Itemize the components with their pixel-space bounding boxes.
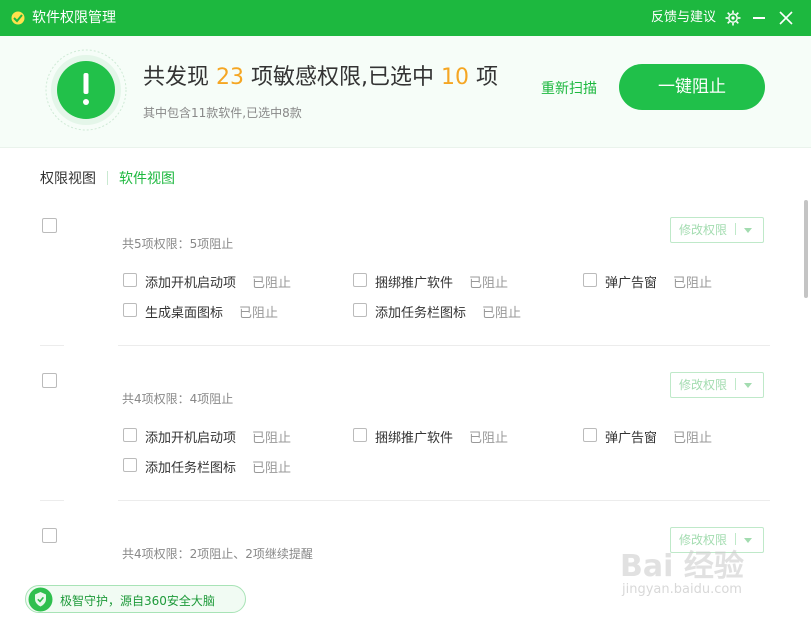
group-checkbox[interactable] bbox=[42, 373, 57, 388]
scrollbar-thumb[interactable] bbox=[804, 200, 808, 298]
item-checkbox[interactable] bbox=[353, 303, 367, 317]
modify-permission-button[interactable]: 修改权限 bbox=[670, 372, 764, 398]
item-state: 已阻止 bbox=[482, 306, 522, 321]
item-checkbox[interactable] bbox=[123, 458, 137, 472]
item-checkbox[interactable] bbox=[583, 428, 597, 442]
item-name: 添加任务栏图标 bbox=[145, 461, 237, 476]
permission-group: 共5项权限：5项阻止 修改权限 添加开机启动项 已阻止 捆绑推广软件 已阻止 弹… bbox=[0, 203, 800, 358]
item-name: 弹广告窗 bbox=[605, 276, 658, 291]
row-divider bbox=[118, 345, 770, 346]
permission-group: 共4项权限：4项阻止 修改权限 添加开机启动项 已阻止 捆绑推广软件 已阻止 弹… bbox=[0, 358, 800, 513]
window-title: 软件权限管理 bbox=[32, 10, 116, 26]
group-checkbox[interactable] bbox=[42, 528, 57, 543]
group-summary: 共4项权限：4项阻止 bbox=[122, 392, 234, 406]
feedback-link[interactable]: 反馈与建议 bbox=[651, 10, 716, 26]
button-divider bbox=[735, 223, 737, 235]
item-state: 已阻止 bbox=[673, 431, 713, 446]
selected-count: 10 bbox=[440, 65, 469, 90]
item-state: 已阻止 bbox=[252, 276, 292, 291]
block-all-button[interactable]: 一键阻止 bbox=[619, 64, 765, 110]
group-summary: 共5项权限：5项阻止 bbox=[122, 237, 234, 251]
item-name: 捆绑推广软件 bbox=[375, 276, 454, 291]
watermark-url: jingyan.baidu.com bbox=[622, 582, 742, 597]
item-name: 弹广告窗 bbox=[605, 431, 658, 446]
item-name: 添加开机启动项 bbox=[145, 276, 237, 291]
modify-label: 修改权限 bbox=[679, 223, 728, 237]
chevron-down-icon bbox=[744, 228, 753, 233]
guard-badge[interactable]: 极智守护，源自360安全大脑 bbox=[25, 585, 246, 613]
row-divider bbox=[40, 345, 64, 346]
scan-subline: 其中包含11款软件,已选中8款 bbox=[143, 106, 302, 120]
item-name: 添加开机启动项 bbox=[145, 431, 237, 446]
watermark-text: Bai 经验 bbox=[620, 549, 744, 584]
item-checkbox[interactable] bbox=[353, 428, 367, 442]
item-state: 已阻止 bbox=[673, 276, 713, 291]
group-summary: 共4项权限：2项阻止、2项继续提醒 bbox=[122, 547, 313, 561]
item-state: 已阻止 bbox=[252, 431, 292, 446]
alert-shield-icon bbox=[45, 49, 127, 131]
tab-software-view[interactable]: 软件视图 bbox=[119, 168, 175, 188]
view-tabs: 权限视图 软件视图 bbox=[40, 168, 175, 188]
item-state: 已阻止 bbox=[252, 461, 292, 476]
item-checkbox[interactable] bbox=[583, 273, 597, 287]
tab-permission-view[interactable]: 权限视图 bbox=[40, 168, 96, 188]
item-checkbox[interactable] bbox=[123, 428, 137, 442]
modify-permission-button[interactable]: 修改权限 bbox=[670, 217, 764, 243]
gear-icon[interactable] bbox=[725, 10, 741, 26]
scan-summary-header: 共发现 23 项敏感权限,已选中 10 项 其中包含11款软件,已选中8款 重新… bbox=[0, 36, 811, 148]
title-bar: 软件权限管理 反馈与建议 bbox=[0, 0, 811, 36]
item-state: 已阻止 bbox=[469, 431, 509, 446]
item-name: 生成桌面图标 bbox=[145, 306, 224, 321]
group-checkbox[interactable] bbox=[42, 218, 57, 233]
scan-headline: 共发现 23 项敏感权限,已选中 10 项 bbox=[143, 64, 498, 92]
row-divider bbox=[40, 500, 64, 501]
row-divider bbox=[118, 500, 770, 501]
item-name: 添加任务栏图标 bbox=[375, 306, 467, 321]
guard-label: 极智守护，源自360安全大脑 bbox=[60, 594, 215, 608]
item-checkbox[interactable] bbox=[123, 303, 137, 317]
headline-middle: 项敏感权限,已选中 bbox=[244, 65, 441, 90]
button-divider bbox=[735, 378, 737, 390]
guard-shield-icon bbox=[28, 587, 53, 612]
headline-prefix: 共发现 bbox=[143, 65, 216, 90]
item-checkbox[interactable] bbox=[353, 273, 367, 287]
minimize-icon[interactable] bbox=[753, 17, 765, 19]
headline-suffix: 项 bbox=[468, 65, 498, 90]
rescan-link[interactable]: 重新扫描 bbox=[541, 78, 597, 98]
item-checkbox[interactable] bbox=[123, 273, 137, 287]
found-count: 23 bbox=[216, 65, 244, 90]
item-state: 已阻止 bbox=[469, 276, 509, 291]
app-logo-icon bbox=[11, 11, 25, 25]
modify-label: 修改权限 bbox=[679, 378, 728, 392]
chevron-down-icon bbox=[744, 383, 753, 388]
item-name: 捆绑推广软件 bbox=[375, 431, 454, 446]
watermark: Bai 经验 jingyan.baidu.com bbox=[620, 527, 770, 607]
tab-divider bbox=[107, 171, 108, 185]
close-icon[interactable] bbox=[779, 11, 793, 25]
item-state: 已阻止 bbox=[239, 306, 279, 321]
